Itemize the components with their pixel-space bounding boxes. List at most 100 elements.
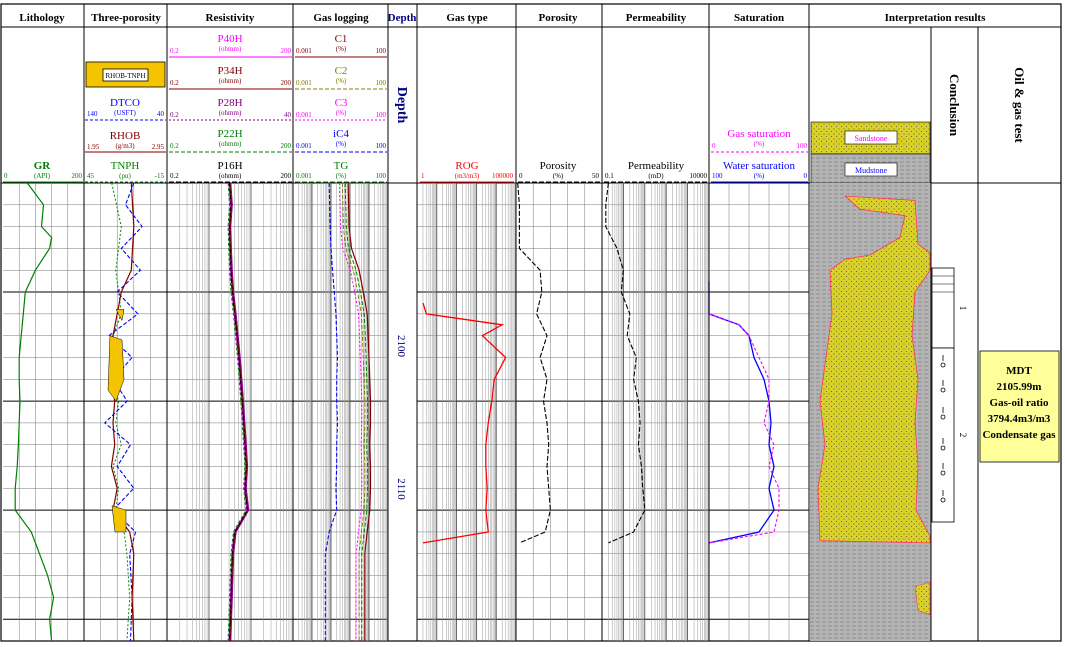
p22h-min: 0.2 bbox=[170, 142, 179, 150]
c3-curve bbox=[339, 182, 363, 641]
layer-1-label: 1 bbox=[958, 306, 968, 311]
tg-unit: (%) bbox=[336, 172, 347, 180]
ic4-min: 0.001 bbox=[296, 142, 312, 150]
p40h-unit: (ohmm) bbox=[219, 45, 242, 53]
p28h-min: 0.2 bbox=[170, 111, 179, 119]
dtco-unit: (USFT) bbox=[114, 109, 136, 117]
mudstone-legend-label: Mudstone bbox=[855, 166, 887, 175]
oil-gas-test-header: Oil & gas test bbox=[1012, 67, 1027, 143]
col-title-permeability: Permeability bbox=[626, 12, 687, 24]
rog-max: 100000 bbox=[492, 172, 514, 180]
rhob-curve bbox=[110, 182, 135, 642]
col-title-depth: Depth bbox=[388, 12, 417, 24]
col-title-porosity: Porosity bbox=[539, 12, 578, 24]
col-title-gas-logging: Gas logging bbox=[313, 12, 369, 24]
porosity-min: 0 bbox=[519, 172, 523, 180]
depth-axis-label: Depth bbox=[394, 87, 409, 124]
p34h-min: 0.2 bbox=[170, 79, 179, 87]
p28h-curve bbox=[230, 182, 250, 642]
depth-tick-2110: 2110 bbox=[395, 478, 407, 500]
p22h-unit: (ohmm) bbox=[219, 140, 242, 148]
porosity-max: 50 bbox=[592, 172, 600, 180]
p34h-label: P34H bbox=[217, 65, 242, 77]
gas-sat-max: 100 bbox=[797, 142, 808, 150]
mdt-line-4: 3794.4m3/m3 bbox=[988, 413, 1051, 425]
p40h-max: 200 bbox=[281, 47, 292, 55]
gr-unit: (API) bbox=[34, 172, 51, 180]
dtco-max: 40 bbox=[157, 110, 165, 118]
tnph-max: -15 bbox=[155, 172, 165, 180]
permeability-min: 0.1 bbox=[605, 172, 614, 180]
gr-curve bbox=[14, 182, 55, 642]
p16h-unit: (ohmm) bbox=[219, 172, 242, 180]
tg-max: 100 bbox=[376, 172, 387, 180]
interpretation-track bbox=[810, 183, 931, 641]
p16h-label: P16H bbox=[217, 160, 242, 172]
ic4-unit: (%) bbox=[336, 140, 347, 148]
col-title-three-porosity: Three-porosity bbox=[91, 12, 161, 24]
layer-1-box bbox=[931, 267, 955, 349]
well-log-panel: Lithology Three-porosity Resistivity Gas… bbox=[0, 0, 1065, 647]
gr-max: 200 bbox=[72, 172, 83, 180]
water-sat-min: 100 bbox=[712, 172, 723, 180]
rog-unit: (m3/m3) bbox=[455, 172, 480, 180]
porosity-label: Porosity bbox=[540, 160, 577, 172]
gas-sat-label: Gas saturation bbox=[727, 128, 791, 140]
c1-label: C1 bbox=[335, 33, 348, 45]
gas-saturation-curve bbox=[708, 313, 780, 544]
col-title-resistivity: Resistivity bbox=[206, 12, 255, 24]
water-saturation-curve bbox=[708, 281, 775, 544]
c3-label: C3 bbox=[335, 97, 348, 109]
p28h-unit: (ohmm) bbox=[219, 109, 242, 117]
gr-min: 0 bbox=[4, 172, 8, 180]
rhob-max: 2.95 bbox=[152, 143, 165, 151]
c3-min: 0.001 bbox=[296, 111, 312, 119]
p22h-max: 200 bbox=[281, 142, 292, 150]
sandstone-legend-label: Sandstone bbox=[855, 134, 888, 143]
dtco-curve bbox=[103, 182, 143, 642]
gas-sat-unit: (%) bbox=[754, 140, 765, 148]
ic4-max: 100 bbox=[376, 142, 387, 150]
dtco-min: 140 bbox=[87, 110, 98, 118]
col-title-lithology: Lithology bbox=[19, 12, 65, 24]
porosity-unit: (%) bbox=[553, 172, 564, 180]
c2-min: 0.001 bbox=[296, 79, 312, 87]
permeability-unit: (mD) bbox=[648, 172, 664, 180]
c3-max: 100 bbox=[376, 111, 387, 119]
crossover-fill-2 bbox=[111, 505, 127, 533]
porosity-curve bbox=[517, 182, 551, 544]
c1-max: 100 bbox=[376, 47, 387, 55]
tnph-label: TNPH bbox=[111, 160, 140, 172]
c2-label: C2 bbox=[335, 65, 348, 77]
rog-min: 1 bbox=[421, 172, 425, 180]
mdt-line-5: Condensate gas bbox=[982, 429, 1056, 441]
mdt-line-2: 2105.99m bbox=[997, 381, 1042, 393]
track-curves bbox=[14, 182, 780, 642]
crossover-fill-1 bbox=[107, 335, 125, 402]
p34h-max: 200 bbox=[281, 79, 292, 87]
col-title-interpretation: Interpretation results bbox=[885, 12, 986, 24]
gas-sat-min: 0 bbox=[712, 142, 716, 150]
permeability-curve bbox=[605, 182, 646, 544]
tg-label: TG bbox=[334, 160, 349, 172]
mdt-line-1: MDT bbox=[1006, 365, 1032, 377]
gr-label: GR bbox=[34, 160, 52, 172]
permeability-label: Permeability bbox=[628, 160, 685, 172]
tnph-unit: (pu) bbox=[119, 172, 131, 180]
dtco-label: DTCO bbox=[110, 97, 140, 109]
c2-max: 100 bbox=[376, 79, 387, 87]
c1-unit: (%) bbox=[336, 45, 347, 53]
water-sat-max: 0 bbox=[804, 172, 808, 180]
c3-unit: (%) bbox=[336, 109, 347, 117]
p34h-unit: (ohmm) bbox=[219, 77, 242, 85]
p22h-label: P22H bbox=[217, 128, 242, 140]
p34h-curve bbox=[229, 182, 249, 642]
well-log-chart: Lithology Three-porosity Resistivity Gas… bbox=[0, 3, 1062, 642]
water-sat-label: Water saturation bbox=[723, 160, 796, 172]
p28h-label: P28H bbox=[217, 97, 242, 109]
water-sat-unit: (%) bbox=[754, 172, 765, 180]
tnph-min: 45 bbox=[87, 172, 95, 180]
rhob-min: 1.95 bbox=[87, 143, 100, 151]
p40h-label: P40H bbox=[217, 33, 242, 45]
conclusion-header: Conclusion bbox=[947, 74, 962, 137]
